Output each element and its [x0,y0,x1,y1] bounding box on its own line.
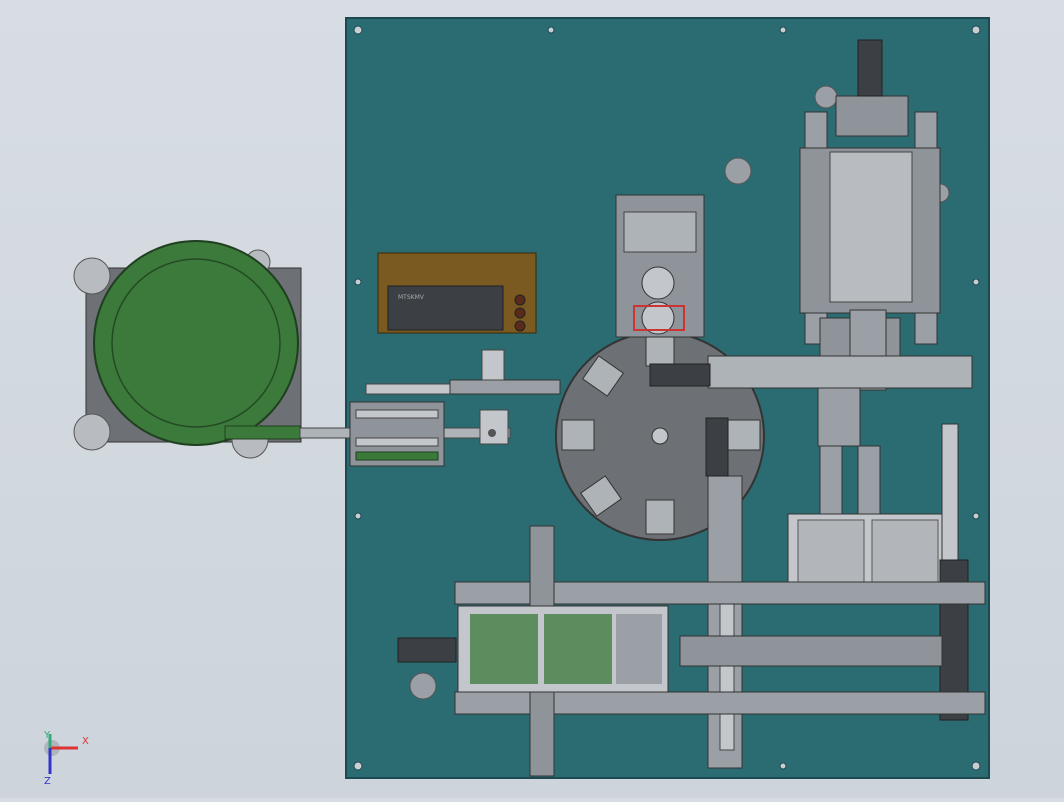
z-axis-label: Z [44,776,51,787]
controller-box: MTSKMV [377,252,537,334]
cad-viewport[interactable]: MTSKMV X Y Z [0,0,1064,798]
y-axis-label: Y [43,730,51,741]
index-drive [615,194,705,338]
coordinate-triad: X Y Z [43,730,89,787]
x-axis-label: X [82,736,89,747]
assembly-drawing: MTSKMV [73,17,990,779]
vibratory-feeder [73,240,302,459]
feeder-bowl [93,240,299,446]
controller-badge: MTSKMV [398,294,425,301]
